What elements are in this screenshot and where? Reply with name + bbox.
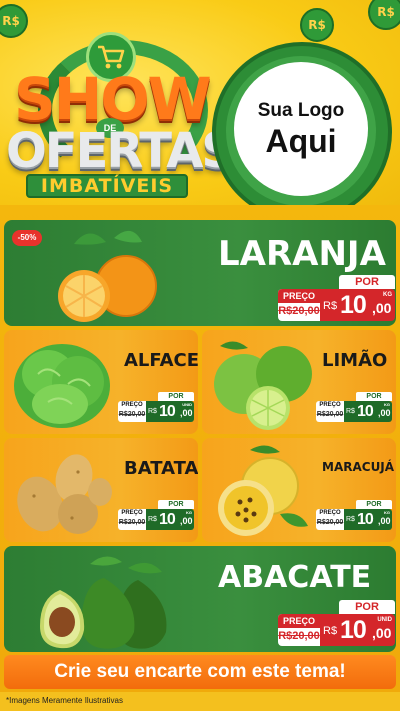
old-price-label: PREÇO: [121, 402, 143, 408]
currency: R$: [148, 408, 157, 415]
old-price: R$20,00: [316, 411, 344, 418]
price-cents: ,00: [372, 300, 392, 316]
product-name: LARANJA: [218, 234, 386, 274]
product-card-alface[interactable]: ALFACE POR PREÇO R$20,00 R$ 10 ,00 UNID: [4, 330, 198, 434]
lettuce-image: [14, 344, 110, 428]
old-price: R$20,00: [118, 519, 146, 526]
price-tag: POR PREÇO R$20,00 R$ 10 ,00 UNID: [118, 392, 194, 422]
footer-disclaimer: *Imagens Meramente Ilustrativas: [6, 696, 123, 705]
por-label: POR: [356, 500, 392, 509]
header-banner: R$ R$ R$ SHOW DE OFERTAS IMBATÍVEIS Sua …: [0, 0, 400, 215]
price-unit: KG: [384, 402, 390, 407]
price-cents: ,00: [378, 408, 391, 418]
logo-placeholder[interactable]: Sua Logo Aqui: [234, 62, 368, 196]
cta-button[interactable]: Crie seu encarte com este tema!: [4, 655, 396, 689]
currency: R$: [346, 516, 355, 523]
currency: R$: [323, 300, 338, 312]
por-label: POR: [339, 600, 395, 614]
footer: *Imagens Meramente Ilustrativas: [0, 692, 400, 711]
product-card-limao[interactable]: LIMÃO POR PREÇO R$20,00 R$ 10 ,00 KG: [202, 330, 396, 434]
orange-image: [58, 230, 157, 322]
coin-icon: R$: [0, 4, 28, 38]
avocado-image: [40, 556, 167, 649]
por-label: POR: [158, 392, 194, 401]
price-cents: ,00: [372, 625, 392, 641]
old-price: R$20,00: [118, 411, 146, 418]
por-label: POR: [356, 392, 392, 401]
product-name: LIMÃO: [322, 350, 388, 371]
coin-icon: R$: [368, 0, 400, 30]
old-price-label: PREÇO: [278, 614, 320, 628]
product-card-maracuja[interactable]: MARACUJÁ POR PREÇO R$20,00 R$ 10 ,00 KG: [202, 438, 396, 542]
old-price: R$20,00: [278, 630, 320, 642]
old-price-label: PREÇO: [278, 289, 320, 303]
price-value: 10: [159, 511, 176, 528]
logo-text-line1: Sua Logo: [257, 100, 345, 121]
por-label: POR: [158, 500, 194, 509]
logo-text-line2: Aqui: [265, 123, 337, 159]
product-name: ABACATE: [218, 560, 372, 595]
product-name: BATATA: [124, 458, 198, 479]
product-card-laranja[interactable]: -50% LARANJA POR PREÇO R$20,00 R$ 10 ,00 …: [4, 220, 396, 326]
product-name: ALFACE: [124, 350, 198, 371]
old-price-label: PREÇO: [121, 510, 143, 516]
product-card-batata[interactable]: BATATA POR PREÇO R$20,00 R$ 10 ,00 KG: [4, 438, 198, 542]
price-unit: KG: [384, 510, 390, 515]
price-value: 10: [340, 616, 367, 644]
price-tag: POR PREÇO R$20,00 R$ 10 ,00 KG: [316, 392, 392, 422]
subtitle-imbativeis: IMBATÍVEIS: [26, 174, 188, 198]
price-value: 10: [159, 403, 176, 420]
price-unit: KG: [186, 510, 192, 515]
price-cents: ,00: [378, 516, 391, 526]
price-unit: UNID: [377, 617, 392, 623]
price-value: 10: [340, 291, 367, 319]
price-unit: KG: [383, 292, 392, 298]
potato-image: [17, 454, 112, 534]
currency: R$: [323, 625, 338, 637]
product-card-abacate[interactable]: ABACATE POR PREÇO R$20,00 R$ 10 ,00 UNID: [4, 546, 396, 652]
price-cents: ,00: [180, 408, 193, 418]
price-tag: POR PREÇO R$20,00 R$ 10 ,00 KG: [278, 275, 395, 323]
price-unit: UNID: [182, 402, 192, 407]
price-tag: POR PREÇO R$20,00 R$ 10 ,00 UNID: [278, 600, 395, 648]
old-price-label: PREÇO: [319, 402, 341, 408]
discount-badge: -50%: [12, 230, 42, 246]
old-price-label: PREÇO: [319, 510, 341, 516]
por-label: POR: [339, 275, 395, 289]
product-name: MARACUJÁ: [322, 460, 395, 474]
price-tag: POR PREÇO R$20,00 R$ 10 ,00 KG: [118, 500, 194, 530]
price-value: 10: [357, 511, 374, 528]
lime-image: [214, 341, 312, 430]
passion-fruit-image: [218, 445, 308, 536]
currency: R$: [346, 408, 355, 415]
old-price: R$20,00: [316, 519, 344, 526]
price-cents: ,00: [180, 516, 193, 526]
currency: R$: [148, 516, 157, 523]
title-ofertas: OFERTAS: [6, 123, 236, 179]
old-price: R$20,00: [278, 305, 320, 317]
coin-icon: R$: [300, 8, 334, 42]
price-tag: POR PREÇO R$20,00 R$ 10 ,00 KG: [316, 500, 392, 530]
price-value: 10: [357, 403, 374, 420]
